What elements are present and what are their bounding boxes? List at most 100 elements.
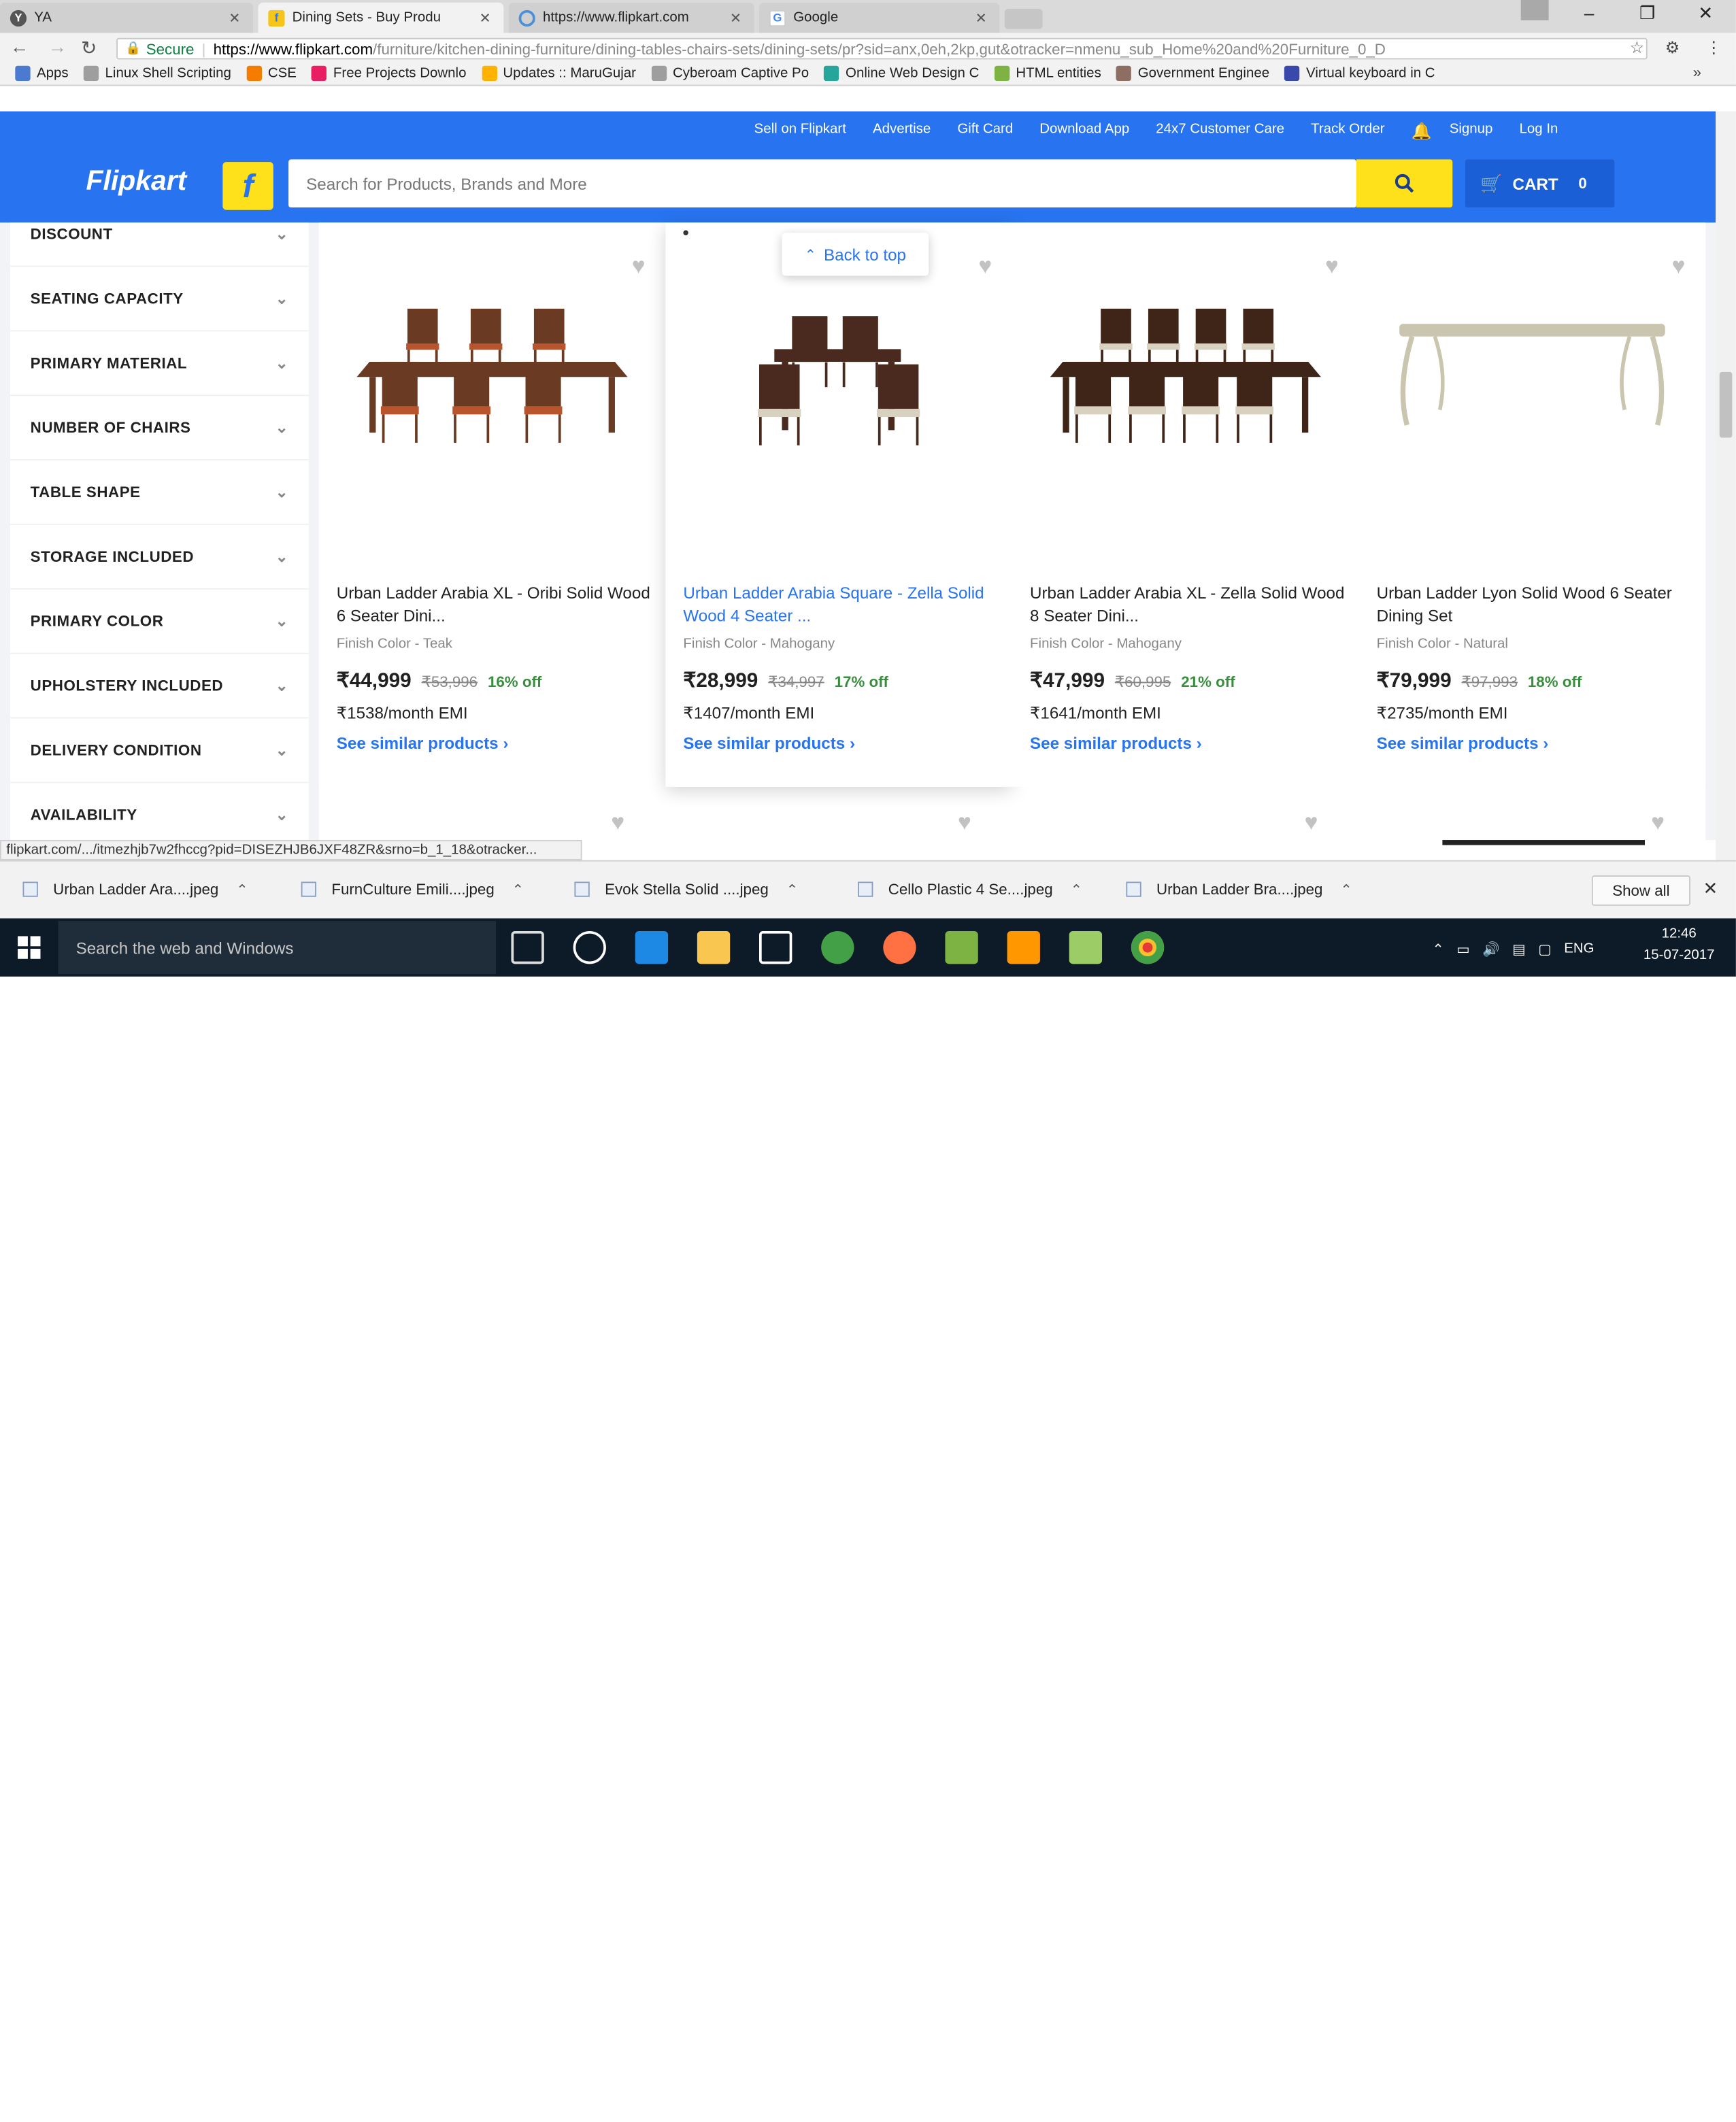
product-card[interactable]: ♥ Urban Ladder Arabia XL - Zella Solid Wo… [1012,222,1359,787]
reload-icon[interactable]: ↻ [81,37,97,60]
more-bookmarks-icon[interactable]: » [1693,63,1701,81]
product-image[interactable] [1384,299,1680,450]
chevron-up-icon[interactable]: ⌃ [512,881,524,897]
bell-icon[interactable]: 🔔 [1412,122,1432,142]
bookmark-item[interactable]: Apps [15,65,69,82]
page-scrollbar[interactable] [1716,111,1736,860]
product-image[interactable] [1037,299,1333,450]
tab-ya[interactable]: Y YA ✕ [0,2,253,33]
see-similar-link[interactable]: See similar products › [1377,734,1549,753]
see-similar-link[interactable]: See similar products › [1030,734,1202,753]
flipkart-logo[interactable]: Flipkart [86,165,186,197]
link-sell[interactable]: Sell on Flipkart [754,122,846,142]
bookmark-item[interactable]: CSE [246,65,297,82]
download-item[interactable]: Urban Ladder Bra....jpeg ⌃ [1126,873,1352,905]
wishlist-heart-icon[interactable]: ♥ [632,253,646,280]
restore-button[interactable]: ❐ [1622,3,1673,24]
store-icon[interactable] [759,930,792,964]
filter-discount[interactable]: DISCOUNT ⌄ [10,203,309,267]
close-shelf-icon[interactable]: ✕ [1703,878,1718,900]
product-card[interactable]: ♥ Urban Ladder Lyon Solid Wood 6 Seater D… [1358,222,1706,787]
bookmark-item[interactable]: Online Web Design C [824,65,979,82]
forward-icon[interactable]: → [48,37,67,58]
link-track-order[interactable]: Track Order [1311,122,1384,142]
firefox-icon[interactable] [883,930,916,964]
bookmark-item[interactable]: Linux Shell Scripting [83,65,231,82]
chrome-old-icon[interactable] [821,930,854,964]
profile-icon[interactable] [1520,0,1549,20]
link-gift-card[interactable]: Gift Card [957,122,1013,142]
back-to-top-button[interactable]: ⌃ Back to top [782,233,929,276]
bookmark-item[interactable]: Government Enginee [1116,65,1269,82]
wishlist-heart-icon[interactable]: ♥ [1672,253,1686,280]
tab-flipkart-loading[interactable]: https://www.flipkart.com ✕ [508,2,754,33]
download-item[interactable]: Evok Stella Solid ....jpeg ⌃ [574,873,798,905]
extension-icon[interactable]: ⚙ [1665,38,1680,58]
edge-icon[interactable] [635,930,669,964]
filter-storage-included[interactable]: STORAGE INCLUDED ⌄ [10,525,309,590]
link-signup[interactable]: Signup [1450,122,1493,142]
product-image[interactable] [344,299,640,450]
wishlist-heart-icon[interactable]: ♥ [978,253,992,280]
notepad-icon[interactable] [1069,930,1103,964]
windows-start-icon[interactable] [18,936,41,959]
see-similar-link[interactable]: See similar products › [337,734,509,753]
close-tab-icon[interactable]: ✕ [730,10,741,26]
minimize-button[interactable]: – [1564,3,1614,23]
filter-delivery-condition[interactable]: DELIVERY CONDITION ⌄ [10,718,309,784]
download-item[interactable]: Urban Ladder Ara....jpeg ⌃ [22,873,248,905]
close-tab-icon[interactable]: ✕ [975,10,987,26]
menu-icon[interactable]: ⋮ [1705,38,1722,58]
system-clock[interactable]: 12:46 15-07-2017 [1640,924,1718,966]
search-button[interactable] [1356,159,1453,208]
product-title[interactable]: Urban Ladder Arabia XL - Oribi Solid Woo… [337,582,653,628]
download-item[interactable]: Cello Plastic 4 Se....jpeg ⌃ [858,873,1082,905]
language-indicator[interactable]: ENG [1564,941,1594,956]
app-icon[interactable] [945,930,978,964]
download-item[interactable]: FurnCulture Emili....jpeg ⌃ [301,873,524,905]
task-view-icon[interactable] [511,930,544,964]
wishlist-heart-icon[interactable]: ♥ [958,809,971,836]
address-bar[interactable]: 🔒 Secure | https://www.flipkart.com /fur… [116,37,1648,60]
network-icon[interactable]: ▤ [1512,941,1525,957]
file-explorer-icon[interactable] [697,930,731,964]
filter-primary-color[interactable]: PRIMARY COLOR ⌄ [10,590,309,654]
product-title[interactable]: Urban Ladder Arabia XL - Zella Solid Woo… [1030,582,1346,628]
filter-seating-capacity[interactable]: SEATING CAPACITY ⌄ [10,267,309,332]
bookmark-star-icon[interactable]: ☆ [1630,38,1645,58]
tab-google[interactable]: G Google ✕ [759,2,1000,33]
volume-icon[interactable]: 🔊 [1482,941,1499,957]
vlc-icon[interactable] [1007,930,1040,964]
filter-primary-material[interactable]: PRIMARY MATERIAL ⌄ [10,331,309,397]
chevron-up-icon[interactable]: ⌃ [236,881,248,897]
tab-dining-sets[interactable]: f Dining Sets - Buy Produ ✕ [258,2,504,33]
notifications-icon[interactable]: ▢ [1538,941,1551,957]
filter-number-of-chairs[interactable]: NUMBER OF CHAIRS ⌄ [10,396,309,461]
hp-icon[interactable] [573,930,606,964]
scrollbar-thumb[interactable] [1719,371,1733,438]
close-tab-icon[interactable]: ✕ [480,10,491,26]
tray-chevron-icon[interactable]: ⌃ [1433,941,1444,957]
close-window-button[interactable]: ✕ [1680,3,1731,24]
link-download-app[interactable]: Download App [1039,122,1129,142]
close-tab-icon[interactable]: ✕ [229,10,240,26]
bookmark-item[interactable]: Updates :: MaruGujar [481,65,636,82]
filter-upholstery-included[interactable]: UPHOLSTERY INCLUDED ⌄ [10,654,309,719]
back-icon[interactable]: ← [10,37,29,58]
new-tab-button[interactable] [1004,9,1043,29]
filter-table-shape[interactable]: TABLE SHAPE ⌄ [10,460,309,525]
wishlist-heart-icon[interactable]: ♥ [1325,253,1339,280]
bookmark-item[interactable]: Free Projects Downlo [312,65,466,82]
filter-availability[interactable]: AVAILABILITY ⌄ [10,783,309,848]
wishlist-heart-icon[interactable]: ♥ [1651,809,1665,836]
product-card[interactable]: ♥ Urban Ladder Arabia Square - Zella Soli… [665,222,1012,787]
link-login[interactable]: Log In [1520,122,1558,142]
chevron-up-icon[interactable]: ⌃ [786,881,798,897]
taskbar-search-input[interactable]: Search the web and Windows [58,921,497,975]
bookmark-item[interactable]: Cyberoam Captive Po [651,65,809,82]
chevron-up-icon[interactable]: ⌃ [1071,881,1082,897]
show-all-button[interactable]: Show all [1591,875,1690,906]
link-customer-care[interactable]: 24x7 Customer Care [1156,122,1284,142]
cart-button[interactable]: 🛒 CART 0 [1465,159,1615,208]
battery-icon[interactable]: ▭ [1456,941,1469,957]
